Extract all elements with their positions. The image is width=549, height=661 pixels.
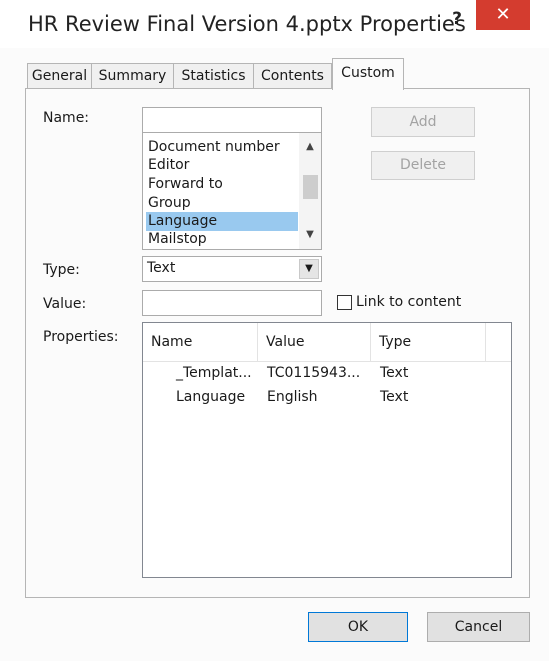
list-item[interactable]: Editor (146, 156, 298, 175)
chevron-down-icon[interactable]: ▼ (299, 227, 321, 243)
list-scrollbar[interactable]: ▲ ▼ (299, 133, 321, 249)
tab-general[interactable]: General (27, 63, 92, 88)
table-cell-name[interactable]: _Templat... (176, 365, 252, 381)
table-cell-value[interactable]: TC0115943... (267, 365, 360, 381)
list-item[interactable]: Mailstop (146, 230, 298, 249)
table-cell-type[interactable]: Text (380, 365, 408, 381)
name-listbox[interactable]: Document number Editor Forward to Group … (142, 132, 322, 250)
title-bar: HR Review Final Version 4.pptx Propertie… (0, 0, 549, 48)
scrollbar-thumb[interactable] (303, 175, 318, 199)
table-cell-name[interactable]: Language (176, 389, 245, 405)
tab-contents[interactable]: Contents (253, 63, 332, 88)
close-icon: ✕ (495, 4, 511, 25)
list-item[interactable]: Group (146, 194, 298, 213)
column-header-type[interactable]: Type (371, 323, 486, 361)
link-to-content-label[interactable]: Link to content (356, 294, 461, 310)
table-cell-value[interactable]: English (267, 389, 318, 405)
tab-summary[interactable]: Summary (91, 63, 174, 88)
cancel-button[interactable]: Cancel (427, 612, 530, 642)
name-input[interactable] (142, 107, 322, 133)
column-header-value[interactable]: Value (258, 323, 371, 361)
list-item[interactable]: Forward to (146, 175, 298, 194)
close-button[interactable]: ✕ (476, 0, 530, 30)
column-header-name[interactable]: Name (143, 323, 258, 361)
tab-statistics[interactable]: Statistics (173, 63, 254, 88)
properties-label: Properties: (43, 329, 119, 345)
table-header: Name Value Type (143, 323, 511, 362)
help-button[interactable]: ? (438, 5, 476, 35)
chevron-up-icon[interactable]: ▲ (299, 139, 321, 155)
ok-button[interactable]: OK (308, 612, 408, 642)
properties-dialog: HR Review Final Version 4.pptx Propertie… (0, 0, 549, 661)
window-title: HR Review Final Version 4.pptx Propertie… (28, 12, 466, 36)
type-label: Type: (43, 262, 80, 278)
add-button[interactable]: Add (371, 107, 475, 137)
delete-button[interactable]: Delete (371, 151, 475, 180)
list-item[interactable]: Document number (146, 138, 298, 157)
properties-table[interactable]: Name Value Type _Templat... TC0115943...… (142, 322, 512, 578)
type-select[interactable]: Text ▼ (142, 256, 322, 282)
tab-custom[interactable]: Custom (332, 58, 404, 90)
value-label: Value: (43, 296, 87, 312)
list-item-selected[interactable]: Language (146, 212, 298, 231)
type-select-value: Text (147, 260, 176, 276)
name-label: Name: (43, 110, 90, 126)
value-input[interactable] (142, 290, 322, 316)
chevron-down-icon[interactable]: ▼ (299, 259, 319, 279)
table-cell-type[interactable]: Text (380, 389, 408, 405)
link-to-content-checkbox[interactable] (337, 295, 352, 310)
